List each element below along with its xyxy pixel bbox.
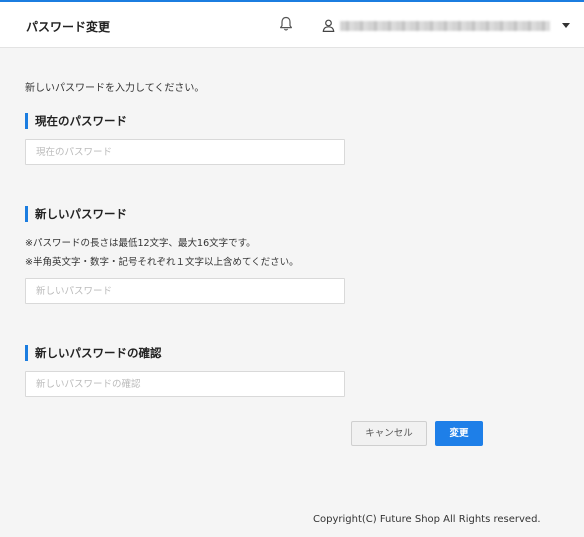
header: パスワード変更: [0, 2, 584, 48]
current-password-heading: 現在のパスワード: [25, 113, 127, 129]
current-password-input[interactable]: [25, 139, 345, 165]
intro-text: 新しいパスワードを入力してください。: [25, 83, 205, 94]
new-password-input[interactable]: [25, 278, 345, 304]
page-title: パスワード変更: [26, 20, 111, 34]
new-password-heading: 新しいパスワード: [25, 206, 127, 222]
cancel-button[interactable]: キャンセル: [351, 421, 427, 446]
confirm-password-heading: 新しいパスワードの確認: [25, 345, 162, 361]
chevron-down-icon[interactable]: [562, 23, 570, 28]
user-name-redacted[interactable]: [340, 21, 550, 31]
confirm-password-input[interactable]: [25, 371, 345, 397]
copyright-text: Copyright(C) Future Shop All Rights rese…: [313, 514, 541, 525]
user-icon: [322, 19, 335, 32]
bell-icon[interactable]: [279, 16, 293, 32]
password-chars-note: ※半角英文字・数字・記号それぞれ１文字以上含めてください。: [25, 257, 299, 268]
password-length-note: ※パスワードの長さは最低12文字、最大16文字です。: [25, 238, 256, 249]
change-button[interactable]: 変更: [435, 421, 483, 446]
